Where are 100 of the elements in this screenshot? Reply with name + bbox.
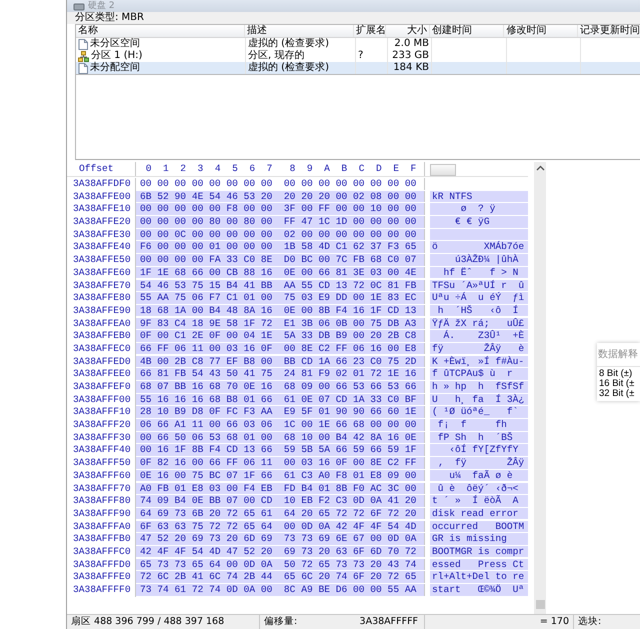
- partition-name: 未分区空间: [90, 38, 140, 50]
- column-header[interactable]: 扩展名: [354, 25, 386, 37]
- ascii-text: u¼ faÃ ø è: [430, 470, 528, 482]
- hex-bytes: 00 00 00 00 00 F8 00 00 3F 00 FF 00 00 10 00 00: [136, 203, 425, 215]
- column-digit: 8: [288, 162, 296, 176]
- scrollbar-thumb[interactable]: [536, 600, 544, 609]
- hex-bytes: 68 07 BB 16 68 70 0E 16 68 09 00 66 53 66 53 66: [136, 381, 425, 392]
- hex-bytes: 42 4F 4F 54 4D 47 52 20 69 73 20 63 6F 6D 70 72: [136, 546, 425, 558]
- ascii-text: h ´HŠ ‹ô Í: [430, 304, 528, 316]
- value-text: = 170: [540, 616, 569, 627]
- ascii-text: occurred BOOTM: [430, 520, 528, 532]
- ascii-text: Uªu ÷Á u éÝ ƒì: [430, 292, 528, 304]
- interpreter-item: 32 Bit (±: [598, 389, 636, 399]
- ascii-text: TFSu ´A»ªUÍ r û: [430, 280, 528, 291]
- scrollbar[interactable]: [534, 162, 546, 614]
- ascii-text: Á. Z3Û¹ +È: [430, 330, 528, 342]
- ascii-text: ‚ fÿ ŽÂÿ: [430, 457, 528, 469]
- description-text: 虚拟的 (检查要求): [248, 62, 329, 74]
- hex-bytes: 47 52 20 69 73 20 6D 69 73 73 69 6E 67 00 0D 0A: [136, 533, 425, 545]
- hex-bytes: 00 00 00 00 80 00 80 00 FF 47 1C 1D 00 00 00 00: [136, 216, 425, 228]
- block-label: 选块:: [578, 616, 602, 627]
- ascii-text: ( ¹Ø üóªé_ f`: [430, 406, 528, 418]
- window-title: 硬盘 2: [88, 2, 115, 10]
- hex-bytes: 55 AA 75 06 F7 C1 01 00 75 03 E9 DD 00 1E 83 EC: [136, 292, 425, 304]
- column-digit: 6: [248, 162, 256, 176]
- column-digit: B: [340, 162, 348, 176]
- partition-row[interactable]: 未分区空间 虚拟的 (检查要求) 2.0 MB: [76, 38, 640, 50]
- ascii-text: hf Ëˆ f > N: [430, 266, 528, 278]
- column-digit: E: [392, 162, 400, 176]
- hex-bytes: 0E 16 00 75 BC 07 1F 66 61 C3 A0 F8 01 E8 09 00: [136, 470, 425, 482]
- size-text: 233 GB: [392, 50, 429, 62]
- ascii-text: BOOTMGR is compr: [430, 546, 528, 558]
- network-icon: [78, 50, 89, 62]
- offset-label: 偏移量:: [264, 615, 298, 629]
- ascii-text: ŸƒÄ žX rá; uÛ£: [430, 318, 528, 330]
- ascii-text: f ûTCPAu$ ù r: [430, 368, 528, 380]
- hex-bytes: 9F 83 C4 18 9E 58 1F 72 E1 3B 06 0B 00 75 DB A3: [136, 318, 425, 330]
- offset-value: 3A38AFFFFF: [360, 615, 418, 629]
- hex-bytes: 00 00 0C 00 00 00 00 00 02 00 00 00 00 00 00 00: [136, 228, 425, 240]
- hex-bytes: 54 46 53 75 15 B4 41 BB AA 55 CD 13 72 0C 81 FB: [136, 280, 425, 291]
- hex-bytes: 4B 00 2B C8 77 EF B8 00 BB CD 1A 66 23 C0 75 2D: [136, 356, 425, 368]
- column-digit: 4: [214, 162, 222, 176]
- column-digit: 3: [196, 162, 204, 176]
- ascii-text: fÿ ŽÂÿ è: [430, 342, 528, 354]
- document-icon: [78, 38, 88, 50]
- ascii-text: h » hp h fSfSf: [430, 381, 528, 392]
- column-digit: 9: [306, 162, 314, 176]
- row-offset: 3A38AFFDF0: [67, 178, 136, 191]
- hex-bytes: 6B 52 90 4E 54 46 53 20 20 20 20 00 02 08 00 00: [136, 190, 425, 202]
- partition-name: 分区 1 (H:): [91, 50, 142, 62]
- sector-text: 扇区 488 396 799 / 488 397 168: [71, 616, 224, 627]
- partition-name: 未分配空间: [90, 62, 140, 74]
- ascii-text: û è ôëý´ ‹ð¬<: [430, 482, 528, 494]
- ascii-text: f¡ f fh: [430, 419, 528, 431]
- hex-bytes: 06 66 A1 11 00 66 03 06 1C 00 1E 66 68 00 00 00: [136, 419, 425, 431]
- hex-bytes: 0F 82 16 00 66 FF 06 11 00 03 16 0F 00 8E C2 FF: [136, 457, 425, 469]
- column-header[interactable]: 名称: [76, 25, 245, 37]
- panel-title: 数据解释: [597, 343, 640, 367]
- hex-bytes: 74 09 B4 0E BB 07 00 CD 10 EB F2 C3 0D 0A 41 20: [136, 495, 425, 507]
- ascii-text: ú3ÀŽÐ¼ |ûhÀ: [430, 254, 528, 266]
- hex-bytes: 65 73 73 65 64 00 0D 0A 50 72 65 73 73 20 43 74: [136, 558, 425, 570]
- column-header[interactable]: 记录更新时间: [578, 25, 640, 37]
- hex-bytes: 0F 00 C1 2E 0F 00 04 1E 5A 33 DB B9 00 20 2B C8: [136, 330, 425, 342]
- partition-row[interactable]: 未分配空间 虚拟的 (检查要求) 184 KB: [76, 62, 640, 74]
- column-digit: 5: [231, 162, 239, 176]
- column-digit: D: [374, 162, 383, 176]
- size-text: 2.0 MB: [394, 38, 429, 50]
- hex-bytes: 28 10 B9 D8 0F FC F3 AA E9 5F 01 90 90 66 60 1E: [136, 406, 425, 418]
- column-header[interactable]: 描述: [244, 25, 354, 37]
- column-header[interactable]: 大小: [386, 25, 430, 37]
- interpreter-item: 8 Bit (±): [598, 369, 634, 379]
- ascii-text: ‹ôÍ fY[ZfYfY: [430, 444, 528, 456]
- ascii-text: ö XMÁb7óe: [430, 241, 528, 253]
- hex-bytes: 66 81 FB 54 43 50 41 75 24 81 F9 02 01 72 1E 16: [136, 368, 425, 380]
- hex-bytes: 00 00 00 00 FA 33 C0 8E D0 BC 00 7C FB 68 C0 07: [136, 254, 425, 266]
- ascii-text: U h¸ fa Í 3À¿: [430, 394, 528, 406]
- hex-bytes: 66 FF 06 11 00 03 16 0F 00 8E C2 FF 06 16 00 E8: [136, 342, 425, 354]
- offset-header: Offset: [67, 162, 136, 176]
- ascii-text: essed Press Ct: [430, 558, 528, 570]
- hex-bytes: 00 00 00 00 00 00 00 00 00 00 00 00 00 00 00 00: [136, 178, 425, 190]
- hex-bytes: 64 69 73 6B 20 72 65 61 64 20 65 72 72 6F 72 20: [136, 508, 425, 520]
- ascii-text: ø ? ÿ: [430, 203, 528, 215]
- column-header[interactable]: 修改时间: [504, 25, 578, 37]
- column-digit: C: [358, 162, 366, 176]
- column-toggle-button[interactable]: [430, 164, 456, 176]
- ascii-text: € € ÿG: [430, 216, 528, 228]
- hex-bytes: 00 16 1F 8B F4 CD 13 66 59 5B 5A 66 59 66 59 1F: [136, 444, 425, 456]
- column-digit: A: [323, 162, 331, 176]
- interpreter-item: 16 Bit (±: [598, 379, 636, 389]
- hex-bytes: 55 16 16 16 68 B8 01 66 61 0E 07 CD 1A 33 C0 BF: [136, 394, 425, 406]
- ascii-text: kR NTFS: [430, 190, 528, 202]
- hex-bytes: 00 66 50 06 53 68 01 00 68 10 00 B4 42 8A 16 0E: [136, 432, 425, 444]
- description-text: 虚拟的 (检查要求): [248, 38, 329, 50]
- hex-bytes: 73 74 61 72 74 0D 0A 00 8C A9 BE D6 00 00 55 AA: [136, 584, 425, 596]
- column-digit: 1: [162, 162, 170, 176]
- column-header[interactable]: 创建时间: [430, 25, 504, 37]
- hex-bytes: 1F 1E 68 66 00 CB 88 16 0E 00 66 81 3E 03 00 4E: [136, 266, 425, 278]
- column-digit: 0: [144, 162, 153, 176]
- hex-bytes: 6F 63 63 75 72 72 65 64 00 0D 0A 42 4F 4F 54 4D: [136, 520, 425, 532]
- description-text: 分区, 现存的: [248, 50, 304, 62]
